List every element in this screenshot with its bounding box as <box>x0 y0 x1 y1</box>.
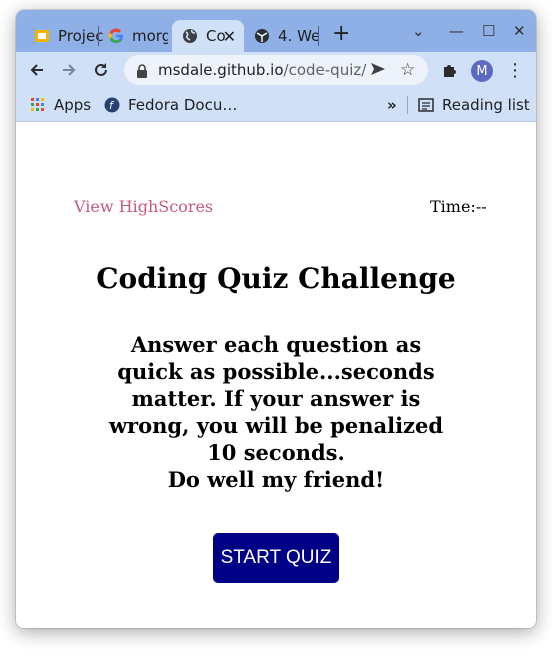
back-icon[interactable] <box>26 59 48 81</box>
globe-icon <box>182 28 198 44</box>
bookmark-star-icon[interactable]: ☆ <box>400 60 415 80</box>
divider <box>407 96 408 114</box>
timer: Time:-- <box>430 197 487 216</box>
maximize-icon[interactable]: ☐ <box>482 22 495 40</box>
apps-grid-icon <box>30 97 46 113</box>
bookmark-label: Apps <box>54 96 92 114</box>
close-window-icon[interactable]: ✕ <box>513 22 526 40</box>
page-title: Coding Quiz Challenge <box>96 262 456 295</box>
close-icon[interactable]: ✕ <box>223 27 236 46</box>
minimize-icon[interactable]: — <box>449 22 464 40</box>
lock-icon[interactable] <box>136 63 148 82</box>
browser-toolbar: msdale.github.io/code-quiz/ ☆ M ⋮ <box>16 52 536 88</box>
view-highscores-link[interactable]: View HighScores <box>74 197 213 216</box>
slides-icon <box>34 28 50 44</box>
url-host: msdale.github.io <box>158 61 284 79</box>
reading-list-icon <box>418 97 434 113</box>
page-content: View HighScores Time:-- Coding Quiz Chal… <box>16 122 536 628</box>
bookmarks-overflow-button[interactable]: » <box>387 94 397 116</box>
extensions-icon[interactable] <box>439 59 461 81</box>
avatar[interactable]: M <box>471 60 493 82</box>
url-path: /code-quiz/ <box>283 61 367 79</box>
start-quiz-button[interactable]: START QUIZ <box>213 533 339 583</box>
tab-search-icon[interactable]: ⌄ <box>412 22 425 40</box>
bookmark-apps[interactable]: Apps <box>30 94 91 116</box>
tab-title: Projec <box>58 27 104 45</box>
bookmark-label: Fedora Docu… <box>128 96 238 114</box>
reading-list-label: Reading list <box>442 96 530 114</box>
timer-label: Time: <box>430 197 476 216</box>
send-icon[interactable] <box>370 61 386 81</box>
reload-icon[interactable] <box>90 59 112 81</box>
timer-value: -- <box>475 197 487 216</box>
tab-strip: Projec morga Co ✕ 4 <box>16 10 536 52</box>
tab-google-search[interactable]: morga <box>98 20 168 52</box>
menu-icon[interactable]: ⋮ <box>504 59 526 81</box>
farewell-text: Do well my friend! <box>167 467 385 492</box>
forward-icon[interactable] <box>58 59 80 81</box>
quiz-instructions: Answer each question as quick as possibl… <box>108 332 444 465</box>
google-icon <box>108 28 124 44</box>
tab-separator <box>318 26 319 46</box>
address-bar[interactable]: msdale.github.io/code-quiz/ ☆ <box>124 55 428 85</box>
tab-title: 4. We <box>278 27 318 45</box>
bookmarks-bar: Apps f Fedora Docu… » Reading list <box>16 88 536 122</box>
tab-projects[interactable]: Projec <box>24 20 106 52</box>
new-tab-button[interactable]: + <box>332 23 350 45</box>
url-text: msdale.github.io/code-quiz/ <box>158 61 366 79</box>
reading-list-button[interactable]: Reading list <box>418 94 530 116</box>
tab-title: morga <box>132 27 168 45</box>
tab-webpack-docs[interactable]: 4. We <box>244 20 318 52</box>
browser-window: Projec morga Co ✕ 4 <box>16 10 536 628</box>
tab-code-quiz[interactable]: Co ✕ <box>172 20 244 52</box>
bookmark-fedora-docs[interactable]: f Fedora Docu… <box>104 94 237 116</box>
webpack-icon <box>254 28 270 44</box>
fedora-icon: f <box>104 97 120 113</box>
